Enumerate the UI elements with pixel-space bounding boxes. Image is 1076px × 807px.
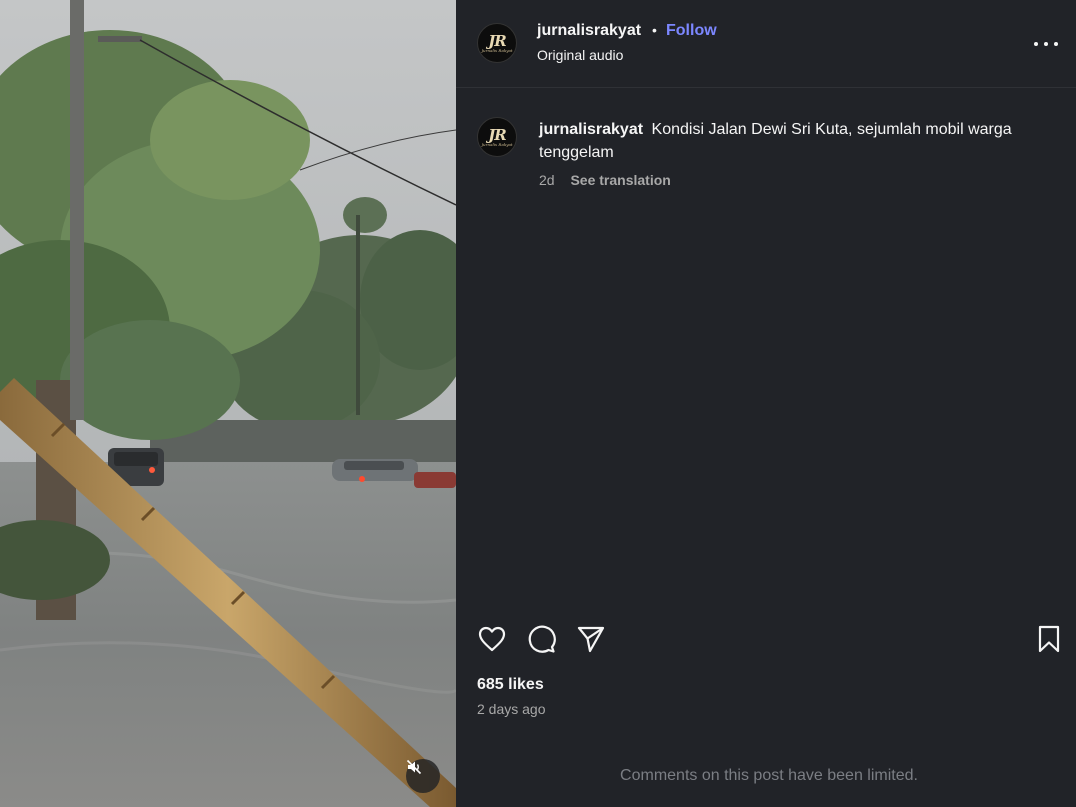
- comments-limited-notice: Comments on this post have been limited.: [620, 767, 918, 784]
- avatar-logo: JR: [488, 31, 507, 50]
- heart-icon: [478, 626, 506, 652]
- avatar[interactable]: JR Jurnalis Rakyat: [477, 23, 517, 63]
- caption-avatar[interactable]: JR Jurnalis Rakyat: [477, 117, 517, 157]
- see-translation-button[interactable]: See translation: [570, 172, 670, 188]
- author-username-link[interactable]: jurnalisrakyat: [537, 22, 641, 40]
- caption-meta: 2d See translation: [539, 172, 671, 188]
- separator-dot: •: [652, 22, 657, 38]
- avatar-tagline: Jurnalis Rakyat: [481, 141, 513, 147]
- follow-button[interactable]: Follow: [666, 22, 717, 40]
- avatar-logo: JR: [488, 125, 507, 144]
- post-video[interactable]: [0, 0, 456, 807]
- caption-text: jurnalisrakyat Kondisi Jalan Dewi Sri Ku…: [539, 118, 1049, 164]
- speaker-muted-icon: [406, 759, 422, 775]
- action-bar: [456, 622, 1076, 656]
- caption-username-link[interactable]: jurnalisrakyat: [539, 121, 643, 138]
- comment-bubble-icon: [528, 625, 556, 653]
- flooded-street-scene: [0, 0, 456, 807]
- likes-count[interactable]: 685 likes: [477, 676, 544, 694]
- post-timestamp[interactable]: 2 days ago: [477, 701, 546, 717]
- post-dialog: JR Jurnalis Rakyat jurnalisrakyat • Foll…: [0, 0, 1076, 807]
- caption-age[interactable]: 2d: [539, 172, 555, 188]
- avatar-tagline: Jurnalis Rakyat: [481, 47, 513, 53]
- send-icon: [577, 626, 605, 653]
- post-details-panel: JR Jurnalis Rakyat jurnalisrakyat • Foll…: [456, 0, 1076, 807]
- save-button[interactable]: [1032, 622, 1066, 656]
- mute-toggle-button[interactable]: [406, 759, 440, 793]
- bookmark-icon: [1038, 625, 1060, 653]
- like-button[interactable]: [475, 622, 509, 656]
- post-header: JR Jurnalis Rakyat jurnalisrakyat • Foll…: [456, 0, 1076, 88]
- comment-button[interactable]: [524, 622, 558, 656]
- share-button[interactable]: [574, 622, 608, 656]
- more-options-icon[interactable]: [1034, 34, 1058, 54]
- audio-link[interactable]: Original audio: [537, 47, 623, 63]
